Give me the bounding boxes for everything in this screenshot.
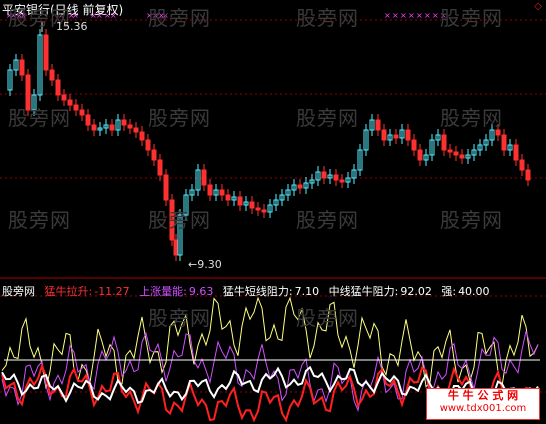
candle-body: [127, 124, 133, 129]
candle-body: [447, 149, 453, 153]
signal-marker: ×: [400, 11, 407, 20]
candle-body: [207, 184, 213, 196]
indicator-item-short-resistance: 猛牛短线阻力: 7.10: [222, 285, 320, 298]
candle-body: [173, 239, 179, 256]
candle-body: [417, 149, 423, 161]
stamp-url: www.tdx001.com: [439, 403, 527, 414]
signal-marker: ×: [432, 11, 439, 20]
candle-body: [163, 174, 169, 201]
watermark: 股旁网: [8, 208, 71, 232]
candle-body: [61, 94, 67, 101]
candle-body: [79, 109, 85, 116]
signal-marker: ×: [384, 11, 391, 20]
candle-body: [85, 114, 91, 126]
watermark: 股旁网: [148, 6, 211, 30]
candle-body: [219, 189, 225, 196]
candle-body: [43, 34, 49, 71]
candle-body: [55, 79, 61, 96]
indicator-item-mid-resistance: 中线猛牛阻力: 92.02: [328, 285, 432, 298]
watermark: 股旁网: [8, 106, 71, 130]
candle-body: [249, 201, 255, 209]
candle-body: [501, 134, 507, 151]
candle-body: [109, 124, 115, 131]
candle-body: [393, 134, 399, 139]
candle-body: [513, 144, 519, 161]
candle-body: [151, 149, 157, 161]
diamond-icon[interactable]: ◇: [534, 1, 542, 12]
indicator-item-strength: 强: 40.00: [441, 285, 490, 298]
candle-body: [139, 131, 145, 141]
candle-body: [441, 134, 447, 151]
candle-body: [333, 174, 339, 181]
indicator-item-volume: 上涨量能: 9.63: [139, 285, 214, 298]
candle-body: [411, 139, 417, 151]
watermark: 股旁网: [296, 306, 359, 330]
watermark: 股旁网: [440, 6, 503, 30]
candle-body: [321, 171, 327, 179]
candle-body: [73, 104, 79, 111]
signal-marker: ×: [416, 11, 423, 20]
candle-body: [49, 69, 55, 81]
watermark: 股旁网: [148, 208, 211, 232]
candle-body: [339, 179, 345, 183]
candle-body: [225, 194, 231, 201]
candle-body: [201, 169, 207, 186]
indicator-header: 股旁网 猛牛拉升: -11.27 上涨量能: 9.63 猛牛短线阻力: 7.10 中线…: [2, 283, 496, 299]
signal-marker: ×: [408, 11, 415, 20]
watermark: 股旁网: [440, 208, 503, 232]
candle-body: [375, 119, 381, 131]
candle-body: [453, 151, 459, 156]
candle-body: [91, 124, 97, 131]
indicator-item-surge: 猛牛拉升: -11.27: [44, 285, 130, 298]
candle-body: [525, 169, 531, 181]
candle-body: [121, 119, 127, 126]
candle-body: [459, 154, 465, 159]
signal-marker: ×: [392, 11, 399, 20]
low-price-label: ←9.30: [188, 258, 222, 271]
stamp-title: 牛 牛 公 式 网: [447, 389, 519, 402]
candle-body: [519, 159, 525, 171]
watermark: 股旁网: [296, 106, 359, 130]
candle-body: [405, 129, 411, 141]
candle-body: [381, 129, 387, 141]
candle-body: [261, 209, 267, 213]
site-stamp: 牛 牛 公 式 网 www.tdx001.com: [426, 388, 540, 420]
candle-body: [297, 184, 303, 189]
candle-body: [19, 59, 25, 76]
watermark: 股旁网: [296, 6, 359, 30]
watermark: 股旁网: [148, 106, 211, 130]
candle-body: [237, 196, 243, 206]
candle-body: [133, 127, 139, 133]
candle-body: [157, 159, 163, 176]
watermark: 股旁网: [440, 106, 503, 130]
watermark: 股旁网: [148, 306, 211, 330]
candle-body: [255, 207, 261, 211]
signal-marker: ×: [424, 11, 431, 20]
indicator-name: 股旁网: [2, 285, 35, 298]
watermark: 股旁网: [296, 208, 359, 232]
high-price-label: 15.36: [56, 20, 88, 33]
candle-body: [145, 139, 151, 151]
